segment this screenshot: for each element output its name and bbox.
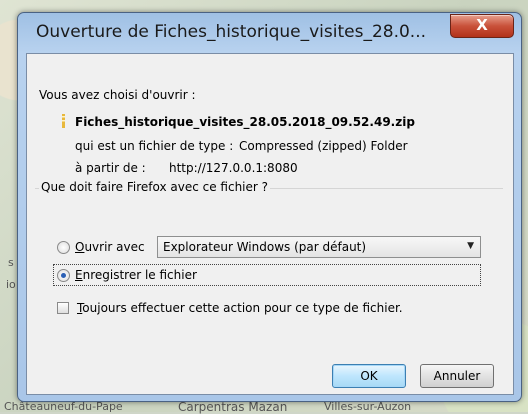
download-dialog: Ouverture de Fiches_historique_visites_2…	[17, 12, 522, 402]
open-with-label[interactable]: Ouvrir avec	[75, 240, 145, 254]
window-title: Ouverture de Fiches_historique_visites_2…	[36, 22, 427, 42]
close-button[interactable]: X	[450, 14, 514, 38]
always-label-text: oujours effectuer cette action pour ce t…	[82, 301, 403, 315]
chevron-down-icon: ▼	[467, 241, 474, 251]
zip-file-icon	[62, 114, 65, 128]
file-name: Fiches_historique_visites_28.05.2018_09.…	[75, 115, 415, 129]
open-with-radio[interactable]	[57, 241, 70, 254]
file-type-value: Compressed (zipped) Folder	[239, 139, 408, 153]
always-do-this-checkbox[interactable]	[57, 302, 69, 314]
open-with-label-text: uvrir avec	[84, 240, 145, 254]
save-accesskey: E	[75, 268, 83, 282]
map-label-left-2: io	[6, 278, 16, 291]
save-label-text: nregistrer le fichier	[82, 268, 197, 282]
always-do-this-label[interactable]: Toujours effectuer cette action pour ce …	[77, 301, 403, 315]
save-file-radio[interactable]	[57, 269, 70, 282]
save-file-label[interactable]: Enregistrer le fichier	[75, 268, 197, 282]
ok-button[interactable]: OK	[332, 364, 406, 388]
cancel-button[interactable]: Annuler	[420, 364, 494, 388]
intro-text: Vous avez choisi d'ouvrir :	[39, 88, 196, 102]
file-source-label: à partir de :	[75, 161, 146, 175]
map-label-left-1: s	[8, 256, 14, 269]
dialog-content: Vous avez choisi d'ouvrir : Fiches_histo…	[26, 53, 514, 395]
open-with-selected-app: Explorateur Windows (par défaut)	[163, 240, 367, 254]
file-source-value: http://127.0.0.1:8080	[169, 161, 298, 175]
file-type-label: qui est un fichier de type :	[75, 139, 234, 153]
title-bar[interactable]: Ouverture de Fiches_historique_visites_2…	[18, 13, 521, 53]
action-question: Que doit faire Firefox avec ce fichier ?	[39, 180, 271, 194]
open-with-select[interactable]: Explorateur Windows (par défaut) ▼	[157, 236, 481, 258]
